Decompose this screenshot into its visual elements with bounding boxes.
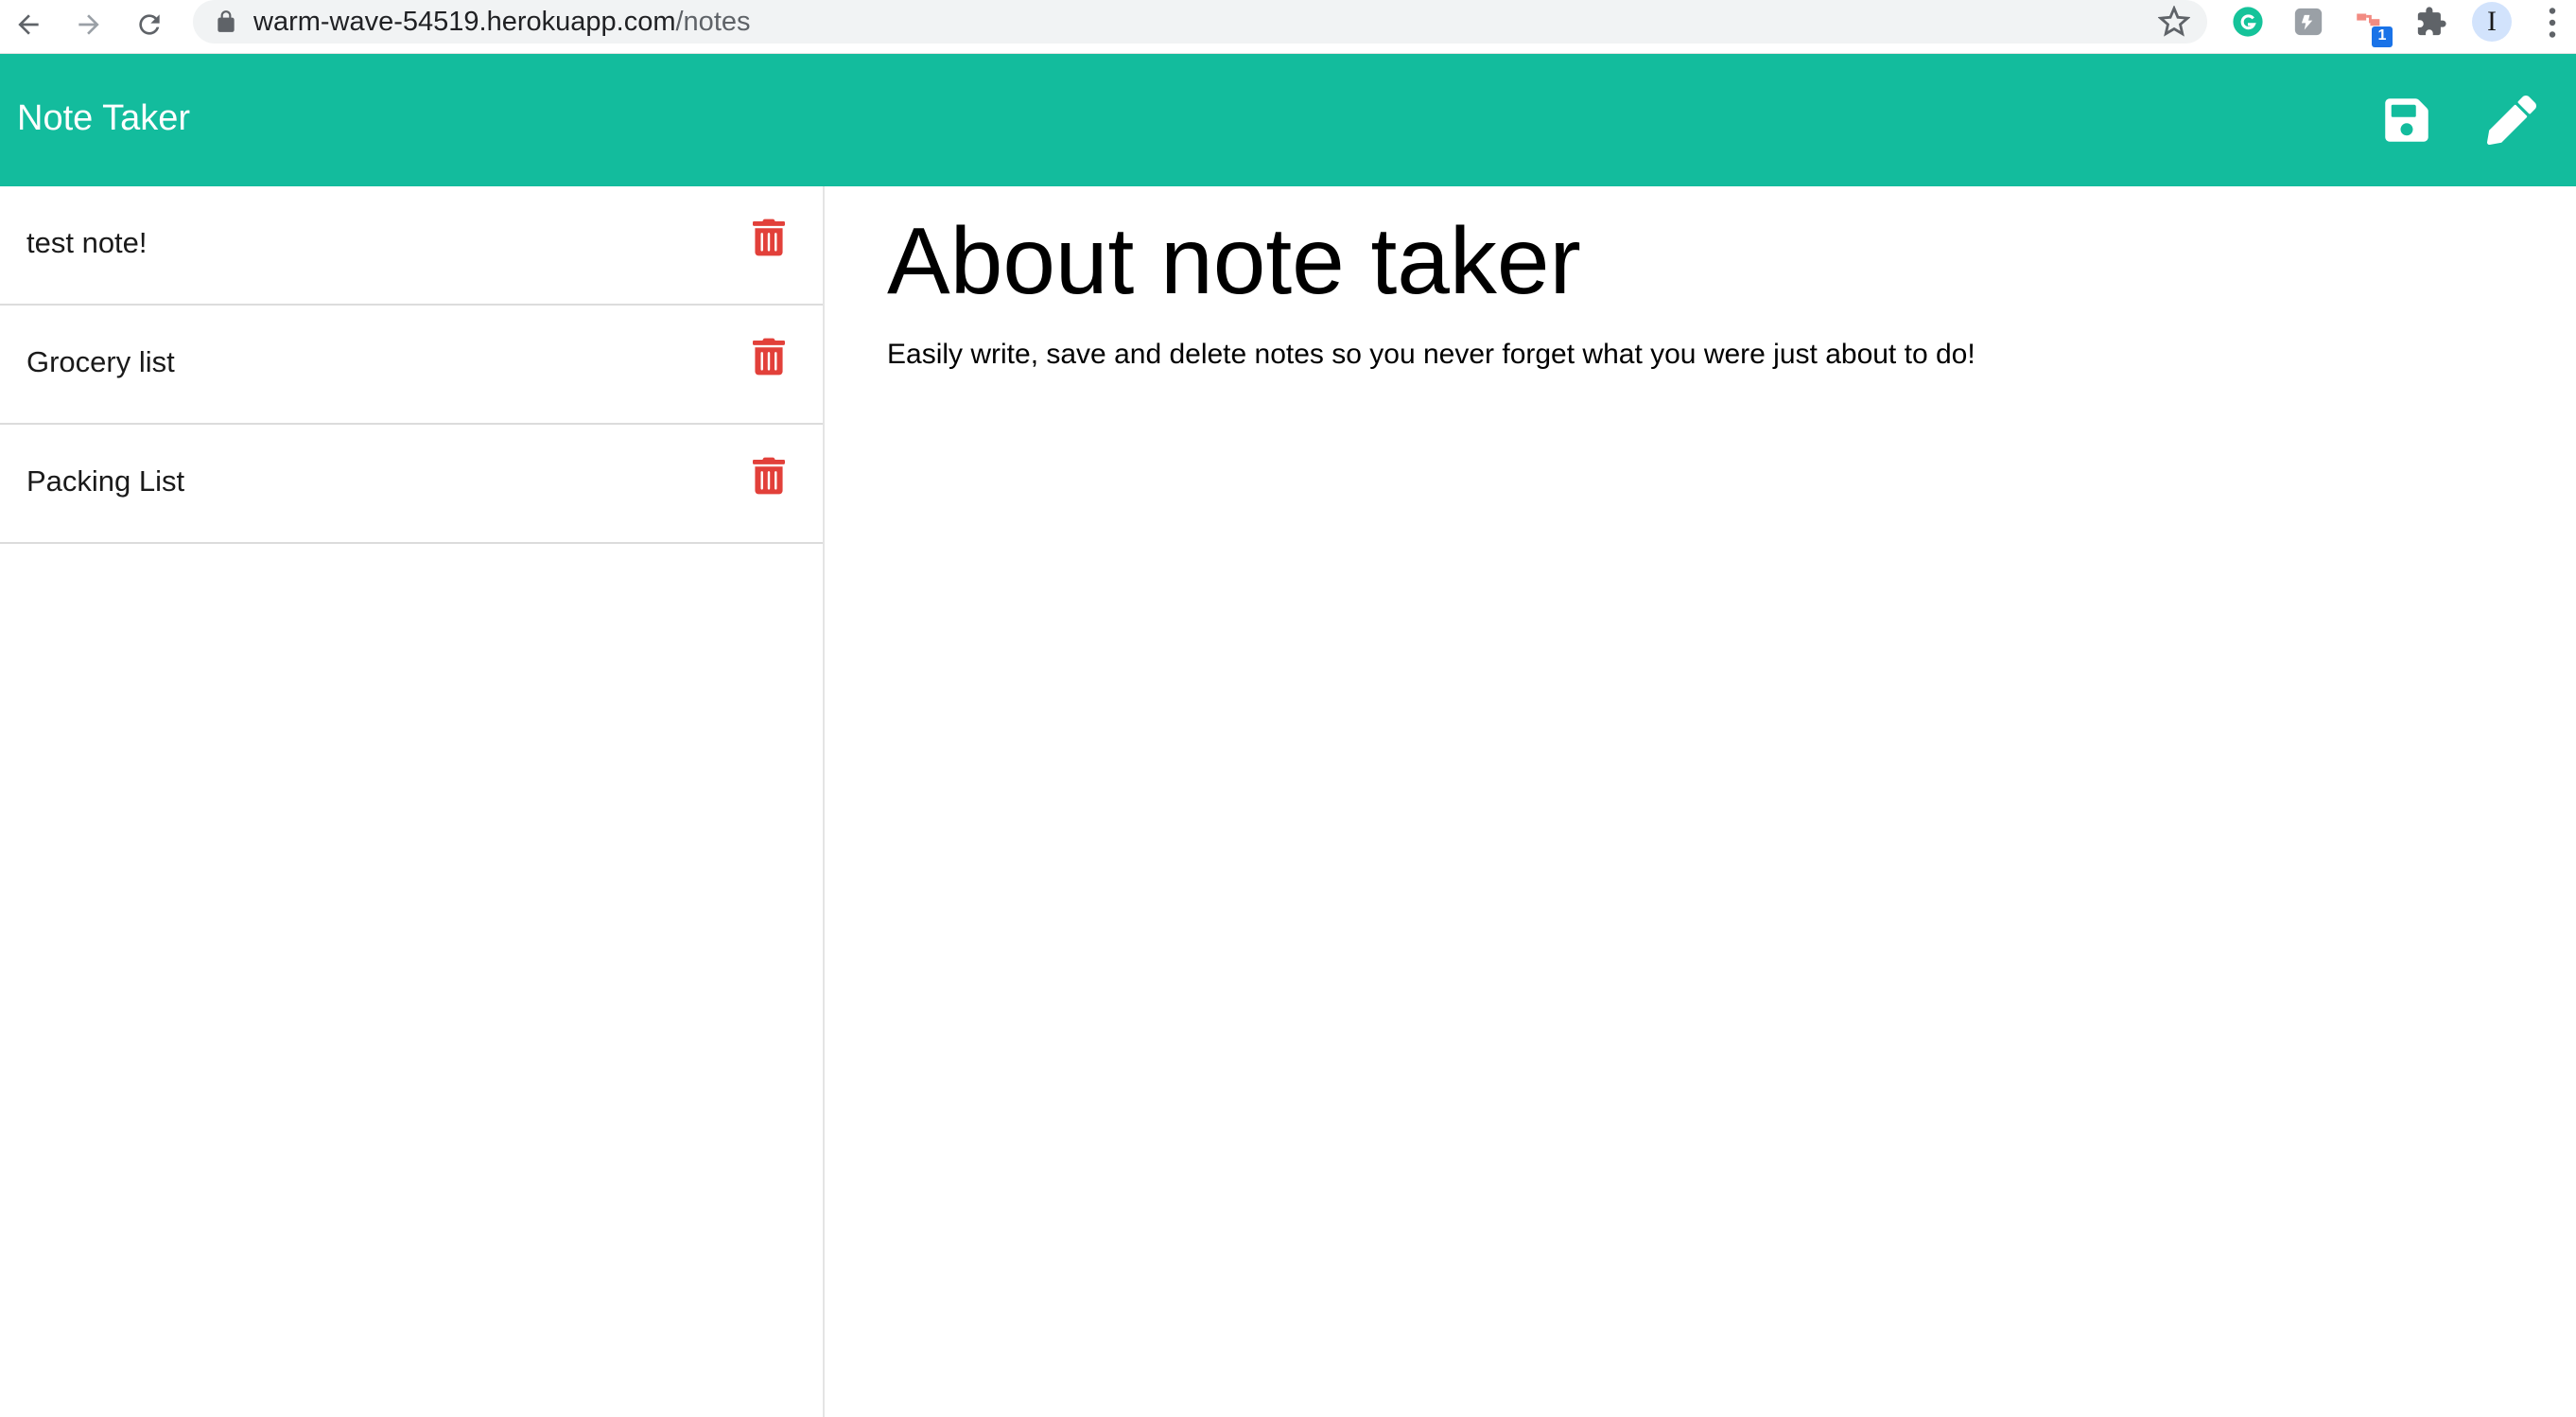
grammarly-icon [2233,7,2263,37]
note-editor: About note taker Easily write, save and … [827,186,2576,1417]
save-icon [2385,98,2428,142]
save-note-button[interactable] [2380,94,2433,147]
extension-icon [2294,8,2323,36]
note-list-item[interactable]: test note! [0,186,823,306]
new-note-button[interactable] [2485,94,2538,147]
back-button[interactable] [8,4,49,45]
extension-button-badged[interactable]: 1 [2351,4,2393,47]
lock-icon [218,10,235,32]
note-list-item-title: test note! [26,226,148,259]
browser-toolbar: warm-wave-54519.herokuapp.com/notes 1 I [0,0,2576,54]
note-textarea[interactable]: Easily write, save and delete notes so y… [887,336,1976,374]
delete-note-button[interactable] [753,457,791,499]
extension-badge: 1 [2372,26,2393,47]
grammarly-extension[interactable] [2230,4,2266,40]
url-text: warm-wave-54519.herokuapp.com/notes [253,4,751,40]
reload-button[interactable] [129,4,170,45]
note-title[interactable]: About note taker [887,209,1581,313]
trash-icon [753,219,785,256]
profile-avatar[interactable]: I [2472,2,2512,42]
note-list-item[interactable]: Packing List [0,425,823,544]
puzzle-icon [2417,7,2446,36]
url-host: warm-wave-54519.herokuapp.com [253,7,676,37]
delete-note-button[interactable] [753,338,791,379]
trash-icon [753,457,785,495]
extension-button[interactable] [2290,4,2326,40]
profile-initial: I [2487,6,2497,37]
url-path: /notes [675,7,751,37]
reload-icon [139,14,160,35]
star-icon[interactable] [2158,6,2190,38]
app-navbar: Note Taker [0,54,2576,186]
note-list-item[interactable]: Grocery list [0,306,823,425]
extensions-menu-button[interactable] [2413,4,2449,40]
back-icon [18,14,39,35]
notes-sidebar: test note! Grocery list Packing List [0,186,825,1417]
more-icon[interactable] [2538,4,2567,42]
delete-note-button[interactable] [753,219,791,260]
forward-button[interactable] [68,4,110,45]
note-list-item-title: Grocery list [26,345,175,378]
pencil-icon [2487,96,2536,145]
forward-icon [78,14,99,35]
trash-icon [753,338,785,376]
address-bar[interactable]: warm-wave-54519.herokuapp.com/notes [193,0,2207,44]
note-list-item-title: Packing List [26,464,185,498]
app-brand[interactable]: Note Taker [17,96,190,141]
